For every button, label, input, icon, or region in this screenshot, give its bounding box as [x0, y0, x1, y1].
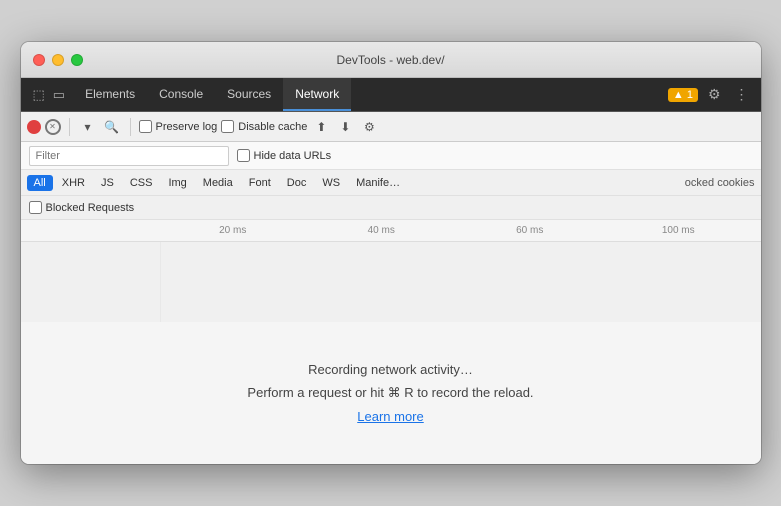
preserve-log-label[interactable]: Preserve log	[139, 120, 218, 133]
type-doc[interactable]: Doc	[280, 175, 314, 191]
tab-console[interactable]: Console	[147, 78, 215, 111]
empty-title: Recording network activity…	[308, 362, 473, 377]
tab-controls: ⬚ ▭	[25, 78, 74, 111]
record-button[interactable]	[27, 120, 41, 134]
close-button[interactable]	[33, 54, 45, 66]
warning-badge[interactable]: ▲ 1	[668, 88, 698, 102]
devtools-body: ⬚ ▭ Elements Console Sources Network ▲ 1…	[21, 78, 761, 464]
type-font[interactable]: Font	[242, 175, 278, 191]
network-grid	[21, 242, 761, 322]
type-bar-right: ocked cookies	[685, 177, 755, 189]
stop-button[interactable]: ✕	[45, 119, 61, 135]
hide-data-urls-checkbox[interactable]	[237, 149, 250, 162]
tl-40ms: 40 ms	[307, 225, 456, 236]
toolbar: ✕ ▾ 🔍 Preserve log Disable cache ⬆ ⬇ ⚙	[21, 112, 761, 142]
tab-elements[interactable]: Elements	[73, 78, 147, 111]
tl-20ms: 20 ms	[159, 225, 308, 236]
tab-sources[interactable]: Sources	[215, 78, 283, 111]
minimize-button[interactable]	[52, 54, 64, 66]
titlebar: DevTools - web.dev/	[21, 42, 761, 78]
window-controls	[33, 54, 83, 66]
tabs-right: ▲ 1 ⚙ ⋮	[660, 78, 761, 111]
timeline-header: 20 ms 40 ms 60 ms 100 ms	[21, 220, 761, 242]
empty-state: Recording network activity… Perform a re…	[21, 322, 761, 464]
type-css[interactable]: CSS	[123, 175, 160, 191]
type-xhr[interactable]: XHR	[55, 175, 92, 191]
tl-100ms: 100 ms	[604, 225, 753, 236]
type-img[interactable]: Img	[161, 175, 193, 191]
hide-data-urls-label[interactable]: Hide data URLs	[237, 149, 332, 162]
toolbar-settings-button[interactable]: ⚙	[359, 117, 379, 137]
export-button[interactable]: ⬇	[335, 117, 355, 137]
filter-input[interactable]	[29, 146, 229, 166]
settings-tab-icon[interactable]: ⚙	[704, 84, 725, 105]
cursor-icon[interactable]: ⬚	[31, 85, 47, 105]
type-manifest[interactable]: Manife…	[349, 175, 407, 191]
disable-cache-checkbox[interactable]	[221, 120, 234, 133]
window-title: DevTools - web.dev/	[336, 53, 444, 67]
empty-desc: Perform a request or hit ⌘ R to record t…	[247, 385, 533, 401]
device-icon[interactable]: ▭	[51, 85, 67, 105]
tl-60ms: 60 ms	[456, 225, 605, 236]
search-button[interactable]: 🔍	[102, 117, 122, 137]
tabs-bar: ⬚ ▭ Elements Console Sources Network ▲ 1…	[21, 78, 761, 112]
blocked-bar: Blocked Requests	[21, 196, 761, 220]
network-left-panel	[21, 242, 161, 322]
type-media[interactable]: Media	[196, 175, 240, 191]
type-all[interactable]: All	[27, 175, 53, 191]
type-ws[interactable]: WS	[315, 175, 347, 191]
separator-2	[130, 118, 131, 136]
filter-button[interactable]: ▾	[78, 117, 98, 137]
network-right-panel	[161, 242, 761, 322]
blocked-requests-checkbox[interactable]	[29, 201, 42, 214]
preserve-log-checkbox[interactable]	[139, 120, 152, 133]
maximize-button[interactable]	[71, 54, 83, 66]
separator-1	[69, 118, 70, 136]
learn-more-link[interactable]: Learn more	[357, 409, 423, 424]
filter-bar: Hide data URLs	[21, 142, 761, 170]
tab-network[interactable]: Network	[283, 78, 351, 111]
blocked-requests-label[interactable]: Blocked Requests	[29, 201, 135, 214]
type-bar: All XHR JS CSS Img Media Font Doc	[21, 170, 761, 196]
type-js[interactable]: JS	[94, 175, 121, 191]
disable-cache-label[interactable]: Disable cache	[221, 120, 307, 133]
blocked-cookies: ocked cookies	[685, 177, 755, 189]
devtools-window: DevTools - web.dev/ ⬚ ▭ Elements Console…	[21, 42, 761, 464]
import-button[interactable]: ⬆	[311, 117, 331, 137]
more-tab-icon[interactable]: ⋮	[731, 84, 753, 105]
